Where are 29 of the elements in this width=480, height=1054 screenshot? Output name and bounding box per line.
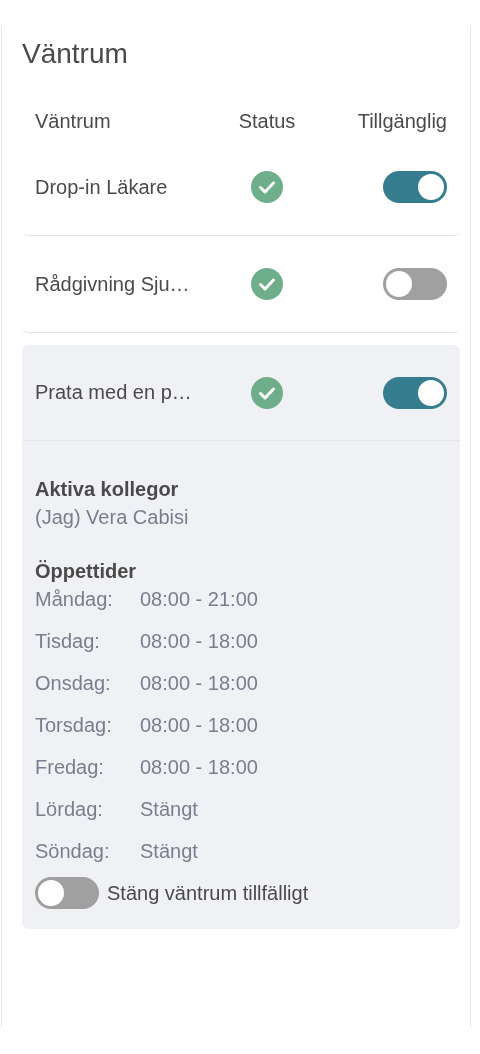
panel-title: Väntrum xyxy=(22,37,129,71)
opening-hours: Stängt xyxy=(140,839,198,864)
toggle-switch[interactable] xyxy=(383,171,447,203)
opening-hours: 08:00 - 21:00 xyxy=(140,587,258,612)
room-name[interactable]: Prata med en p… xyxy=(35,381,213,404)
room-name[interactable]: Rådgivning Sju… xyxy=(35,272,213,296)
section-heading: Aktiva kollegor xyxy=(35,477,180,502)
opening-hours: 08:00 - 18:00 xyxy=(140,629,258,654)
column-header: Väntrum xyxy=(35,109,111,133)
weekday-label: Måndag: xyxy=(35,587,114,612)
column-header: Status xyxy=(238,109,296,133)
room-name[interactable]: Drop-in Läkare xyxy=(35,175,213,199)
opening-hours: 08:00 - 18:00 xyxy=(140,671,258,696)
weekday-label: Lördag: xyxy=(35,797,104,822)
section-heading: Öppettider xyxy=(35,559,138,584)
toggle-switch[interactable] xyxy=(383,268,447,300)
toggle-label: Stäng väntrum tillfälligt xyxy=(107,881,309,905)
weekday-label: Onsdag: xyxy=(35,671,112,696)
toggle-switch[interactable] xyxy=(383,376,447,409)
weekday-label: Fredag: xyxy=(35,755,105,780)
opening-hours: Stängt xyxy=(140,797,198,822)
weekday-label: Söndag: xyxy=(35,839,111,864)
toggle-switch[interactable] xyxy=(35,877,99,909)
weekday-label: Tisdag: xyxy=(35,629,101,654)
weekday-label: Torsdag: xyxy=(35,713,113,738)
colleague-name: (Jag) Vera Cabisi xyxy=(35,505,190,530)
column-header: Tillgänglig xyxy=(357,109,447,133)
opening-hours: 08:00 - 18:00 xyxy=(140,713,258,738)
opening-hours: 08:00 - 18:00 xyxy=(140,755,258,780)
